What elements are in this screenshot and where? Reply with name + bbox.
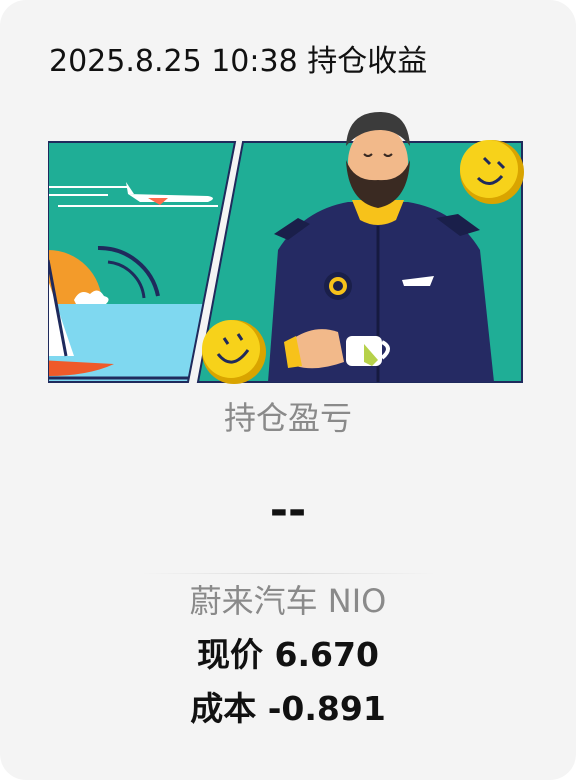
header-title: 2025.8.25 10:38 持仓收益: [49, 42, 427, 82]
smiley-coin-icon: [202, 320, 266, 384]
position-card: 2025.8.25 10:38 持仓收益 持仓盈亏 -- 蔚来汽车 NIO 现价…: [0, 0, 576, 780]
cost-price: 成本 -0.891: [0, 688, 576, 730]
current-price-label: 现价: [197, 635, 264, 674]
current-price: 现价 6.670: [0, 634, 576, 676]
header-label: 持仓收益: [307, 44, 428, 79]
header-datetime: 2025.8.25 10:38: [49, 44, 298, 79]
captain-illustration: [48, 112, 524, 384]
current-price-value: 6.670: [274, 635, 379, 674]
cost-label: 成本: [190, 689, 257, 728]
position-pl-label: 持仓盈亏: [223, 399, 352, 437]
stock-name: 蔚来汽车 NIO: [189, 582, 387, 620]
cost-value: -0.891: [267, 689, 386, 728]
divider: [140, 573, 436, 574]
smiley-coin-icon: [460, 140, 524, 204]
position-pl-value: --: [269, 485, 307, 536]
